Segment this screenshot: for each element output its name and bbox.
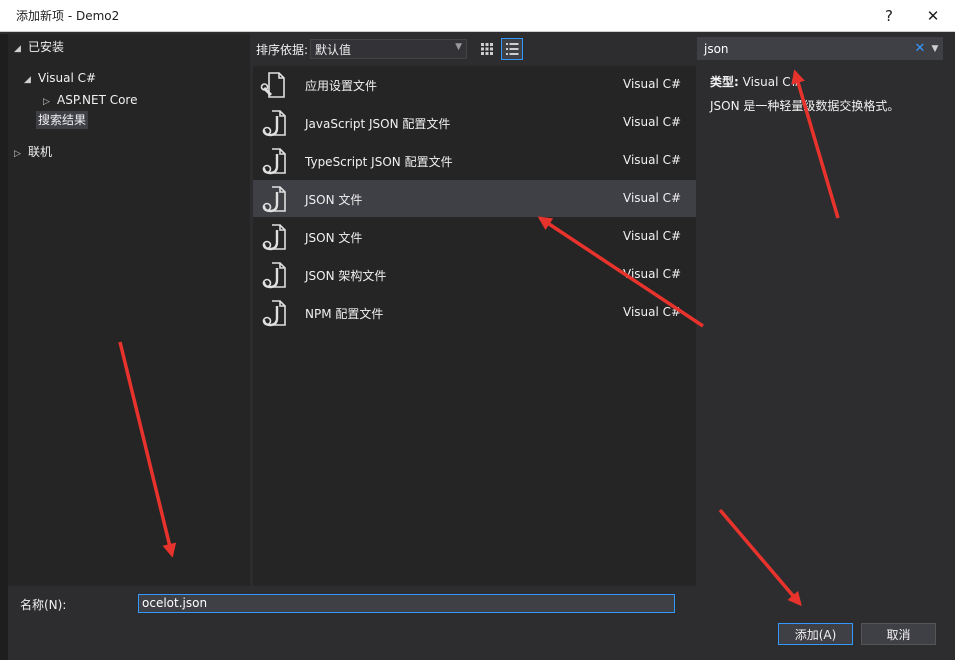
json-file-icon [253, 180, 297, 217]
template-row[interactable]: JSON 架构文件 Visual C# [253, 256, 696, 293]
sort-value: 默认值 [315, 42, 352, 57]
template-search-box[interactable]: json ✕ ▼ [697, 37, 943, 60]
cancel-button[interactable]: 取消 [861, 623, 936, 645]
template-name: 应用设置文件 [305, 79, 378, 93]
background-edge [0, 34, 8, 660]
template-description: JSON 是一种轻量级数据交换格式。 [710, 99, 900, 113]
search-options-chevron-icon[interactable]: ▼ [928, 44, 942, 54]
type-value: Visual C# [742, 75, 801, 89]
template-name: JSON 文件 [305, 193, 363, 207]
template-language: Visual C# [623, 191, 682, 205]
expanded-arrow-icon: ◢ [14, 44, 21, 54]
template-name: TypeScript JSON 配置文件 [305, 155, 453, 169]
template-language: Visual C# [623, 229, 682, 243]
collapsed-arrow-icon: ▷ [14, 149, 21, 159]
json-file-icon [253, 218, 297, 255]
type-label: 类型: [710, 75, 739, 89]
template-category-tree: ◢ 已安装 ◢ Visual C# ▷ ASP.NET Core 搜索结果 ▷ 联机 [8, 34, 250, 586]
tree-node-aspnet-core[interactable]: ▷ ASP.NET Core [43, 90, 137, 110]
sort-label: 排序依据: [256, 42, 309, 57]
template-row[interactable]: NPM 配置文件 Visual C# [253, 294, 696, 331]
template-row[interactable]: 应用设置文件 Visual C# [253, 66, 696, 103]
template-name: JavaScript JSON 配置文件 [305, 117, 451, 131]
json-file-icon [253, 104, 297, 141]
template-name: JSON 架构文件 [305, 269, 387, 283]
window-title: 添加新项 - Demo2 [16, 9, 120, 23]
file-name-input[interactable]: ocelot.json [138, 594, 675, 613]
template-row[interactable]: TypeScript JSON 配置文件 Visual C# [253, 142, 696, 179]
settings-file-icon [253, 66, 297, 103]
template-language: Visual C# [623, 115, 682, 129]
template-type: 类型: Visual C# [710, 73, 801, 90]
list-view-icon [506, 43, 519, 55]
template-language: Visual C# [623, 153, 682, 167]
json-file-icon [253, 142, 297, 179]
template-language: Visual C# [623, 267, 682, 281]
title-bar: 添加新项 - Demo2 ? ✕ [0, 0, 955, 32]
search-input[interactable]: json [698, 42, 912, 56]
template-name: NPM 配置文件 [305, 307, 384, 321]
sort-toolbar: 排序依据: 默认值 ▼ [252, 36, 696, 62]
list-view-button[interactable] [501, 38, 523, 60]
template-language: Visual C# [623, 77, 682, 91]
template-name: JSON 文件 [305, 231, 363, 245]
template-language: Visual C# [623, 305, 682, 319]
json-file-icon [253, 294, 297, 331]
window-edge [947, 34, 955, 660]
template-row[interactable]: JSON 文件 Visual C# [253, 218, 696, 255]
expanded-arrow-icon: ◢ [24, 75, 31, 85]
template-row-selected[interactable]: JSON 文件 Visual C# [253, 180, 696, 217]
add-button[interactable]: 添加(A) [778, 623, 853, 645]
tree-node-visual-csharp[interactable]: ◢ Visual C# [24, 68, 96, 88]
name-label: 名称(N): [20, 598, 67, 612]
small-icons-view-button[interactable] [476, 38, 498, 60]
template-details-panel: 类型: Visual C# JSON 是一种轻量级数据交换格式。 [697, 66, 943, 586]
template-list: 应用设置文件 Visual C# JavaScript JSON 配置文件 Vi… [253, 66, 696, 586]
collapsed-arrow-icon: ▷ [43, 97, 50, 107]
clear-search-icon[interactable]: ✕ [912, 41, 928, 56]
help-button[interactable]: ? [867, 0, 911, 32]
tree-node-installed[interactable]: ◢ 已安装 [14, 37, 64, 57]
grid-view-icon [481, 43, 493, 55]
close-button[interactable]: ✕ [911, 0, 955, 32]
tree-node-search-results[interactable]: 搜索结果 [36, 110, 89, 130]
chevron-down-icon: ▼ [455, 42, 462, 52]
json-file-icon [253, 256, 297, 293]
tree-node-online[interactable]: ▷ 联机 [14, 142, 52, 162]
template-row[interactable]: JavaScript JSON 配置文件 Visual C# [253, 104, 696, 141]
sort-dropdown[interactable]: 默认值 ▼ [310, 39, 467, 59]
